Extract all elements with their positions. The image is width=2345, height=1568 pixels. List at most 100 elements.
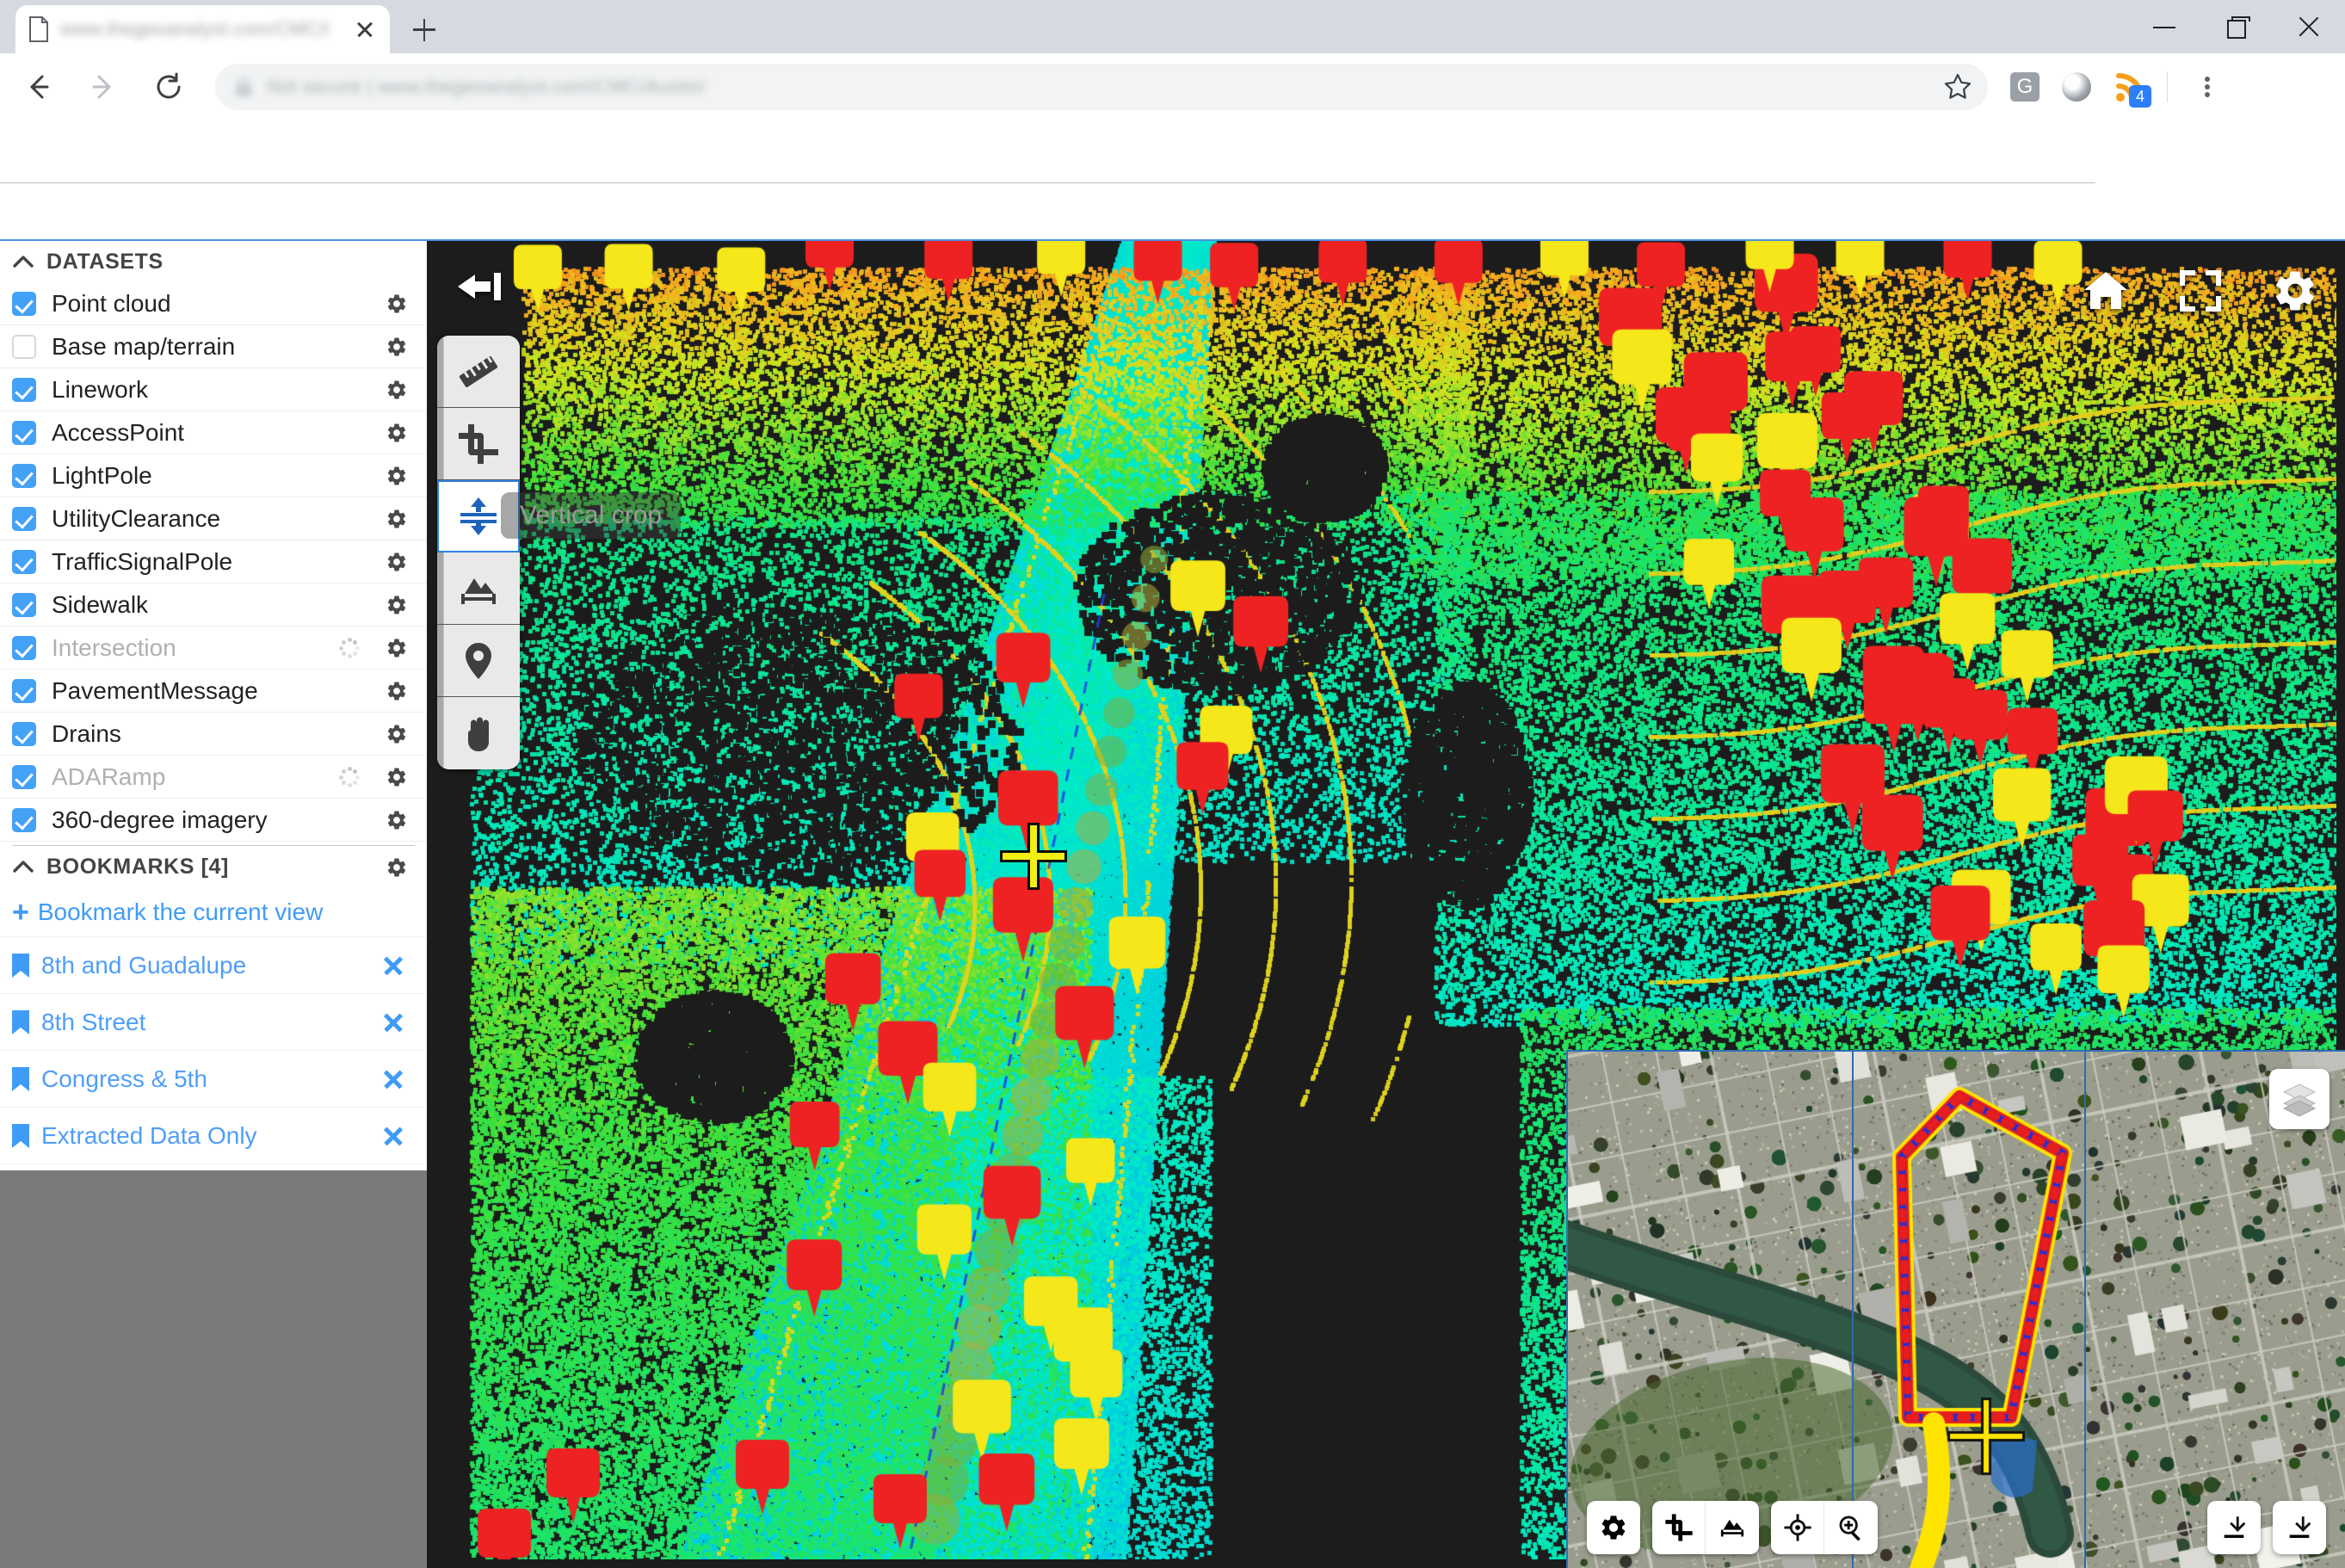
dataset-label: PavementMessage — [52, 676, 258, 704]
site-info-icon[interactable] — [234, 75, 253, 99]
minimap-zoom-in-icon[interactable] — [1824, 1501, 1878, 1554]
home-view-button[interactable] — [2082, 267, 2130, 315]
minimap-expand-corner-icon-2[interactable] — [2273, 1501, 2326, 1554]
window-minimize-button[interactable] — [2128, 0, 2200, 53]
dataset-settings-icon[interactable] — [386, 723, 408, 745]
dataset-row[interactable]: Drains — [0, 713, 427, 756]
remove-bookmark-icon[interactable] — [382, 954, 404, 977]
dataset-settings-icon[interactable] — [386, 293, 408, 315]
add-bookmark-button[interactable]: + Bookmark the current view — [0, 887, 427, 937]
remove-bookmark-icon[interactable] — [382, 1068, 404, 1090]
reload-icon[interactable] — [141, 59, 196, 114]
dataset-row[interactable]: UtilityClearance — [0, 497, 427, 540]
viewport-toolbar — [437, 336, 520, 769]
window-restore-button[interactable] — [2200, 0, 2273, 53]
profile-tool-button[interactable] — [437, 553, 520, 625]
measure-tool-button[interactable] — [437, 336, 520, 408]
dataset-label: 360-degree imagery — [52, 806, 268, 833]
dataset-settings-icon[interactable] — [386, 594, 408, 616]
dataset-row[interactable]: Sidewalk — [0, 583, 427, 627]
profile-avatar[interactable] — [2062, 72, 2091, 102]
bookmarks-section-header[interactable]: BOOKMARKS [4] — [0, 846, 427, 887]
window-close-button[interactable] — [2273, 0, 2345, 53]
dataset-checkbox[interactable] — [12, 635, 36, 660]
new-tab-button[interactable] — [400, 5, 448, 53]
rss-extension-icon[interactable]: 4 — [2114, 70, 2151, 108]
dataset-checkbox[interactable] — [12, 764, 36, 789]
collapse-sidebar-icon[interactable] — [453, 262, 506, 311]
dataset-settings-icon[interactable] — [386, 809, 408, 831]
dataset-label: UtilityClearance — [52, 504, 221, 532]
minimap-expand-corner-icon-1[interactable] — [2207, 1501, 2261, 1554]
minimap-settings-icon[interactable] — [1587, 1501, 1640, 1554]
chrome-menu-icon[interactable] — [2187, 66, 2228, 108]
datasets-section-header[interactable]: DATASETS — [0, 241, 427, 282]
marker-tool-button[interactable] — [437, 625, 520, 697]
dataset-row[interactable]: Intersection — [0, 627, 427, 670]
dataset-checkbox[interactable] — [12, 420, 36, 445]
left-sidebar: DATASETS Point cloud Base map/terrain Line… — [0, 241, 427, 1170]
viewer-settings-button[interactable] — [2271, 267, 2319, 315]
bookmark-row[interactable]: Congress & 5th — [0, 1051, 427, 1108]
browser-tab[interactable]: www.thegeoanalyst.com/CMC/i — [15, 5, 390, 53]
dataset-row[interactable]: ADARamp — [0, 756, 427, 799]
dataset-row[interactable]: 360-degree imagery — [0, 799, 427, 842]
address-bar[interactable]: Not secure | www.thegeoanalyst.com/CMC/A… — [215, 64, 1988, 110]
minimap-toolbar-right — [2207, 1501, 2326, 1554]
minimap-profile-icon[interactable] — [1706, 1501, 1759, 1554]
chevron-up-icon — [12, 254, 34, 269]
dataset-checkbox[interactable] — [12, 377, 36, 402]
dataset-row[interactable]: LightPole — [0, 454, 427, 497]
dataset-label: AccessPoint — [52, 418, 185, 446]
pan-tool-button[interactable] — [437, 697, 520, 769]
bookmark-flag-icon — [12, 1009, 29, 1034]
bookmark-row[interactable]: 8th Street — [0, 994, 427, 1051]
bookmark-row[interactable]: 8th and Guadalupe — [0, 937, 427, 994]
dataset-settings-icon[interactable] — [386, 680, 408, 702]
chevron-up-icon — [12, 859, 34, 874]
dataset-settings-icon[interactable] — [386, 637, 408, 659]
geo-viewer-app: Vertical crop DATASETS Point cloud Base … — [0, 215, 2345, 1568]
dataset-label: Drains — [52, 719, 121, 747]
dataset-settings-icon[interactable] — [386, 551, 408, 573]
minimap-recenter-icon[interactable] — [1771, 1501, 1824, 1554]
bookmark-row[interactable]: Extracted Data Only — [0, 1108, 427, 1164]
point-cloud-viewport[interactable]: Vertical crop — [427, 241, 2345, 1568]
dataset-checkbox[interactable] — [12, 592, 36, 617]
dataset-row[interactable]: TrafficSignalPole — [0, 540, 427, 583]
remove-bookmark-icon[interactable] — [382, 1125, 404, 1147]
dataset-checkbox[interactable] — [12, 334, 36, 359]
bookmarks-settings-icon[interactable] — [386, 856, 408, 879]
dataset-row[interactable]: Base map/terrain — [0, 325, 427, 368]
dataset-row[interactable]: Linework — [0, 368, 427, 411]
minimap-crop-icon[interactable] — [1652, 1501, 1706, 1554]
back-icon[interactable] — [10, 59, 65, 114]
dataset-checkbox[interactable] — [12, 678, 36, 703]
dataset-checkbox[interactable] — [12, 463, 36, 488]
vertical-crop-tool-button[interactable] — [437, 480, 520, 553]
dataset-row[interactable]: Point cloud — [0, 282, 427, 325]
dataset-settings-icon[interactable] — [386, 465, 408, 487]
bookmark-star-icon[interactable] — [1943, 72, 1972, 102]
dataset-settings-icon[interactable] — [386, 336, 408, 358]
dataset-settings-icon[interactable] — [386, 422, 408, 444]
dataset-settings-icon[interactable] — [386, 379, 408, 401]
dataset-settings-icon[interactable] — [386, 766, 408, 788]
crop-tool-button[interactable] — [437, 408, 520, 480]
forward-icon[interactable] — [76, 59, 131, 114]
fullscreen-button[interactable] — [2176, 267, 2225, 315]
loading-spinner-icon — [339, 767, 360, 787]
dataset-checkbox[interactable] — [12, 807, 36, 832]
overview-minimap[interactable] — [1566, 1050, 2345, 1568]
dataset-checkbox[interactable] — [12, 291, 36, 316]
dataset-checkbox[interactable] — [12, 506, 36, 531]
dataset-checkbox[interactable] — [12, 721, 36, 746]
tab-close-icon[interactable] — [352, 16, 378, 42]
dataset-settings-icon[interactable] — [386, 508, 408, 530]
minimap-layers-icon[interactable] — [2269, 1069, 2330, 1129]
grammarly-extension-icon[interactable]: G — [2010, 72, 2040, 102]
dataset-row[interactable]: AccessPoint — [0, 411, 427, 454]
dataset-row[interactable]: PavementMessage — [0, 670, 427, 713]
dataset-checkbox[interactable] — [12, 549, 36, 574]
remove-bookmark-icon[interactable] — [382, 1011, 404, 1034]
